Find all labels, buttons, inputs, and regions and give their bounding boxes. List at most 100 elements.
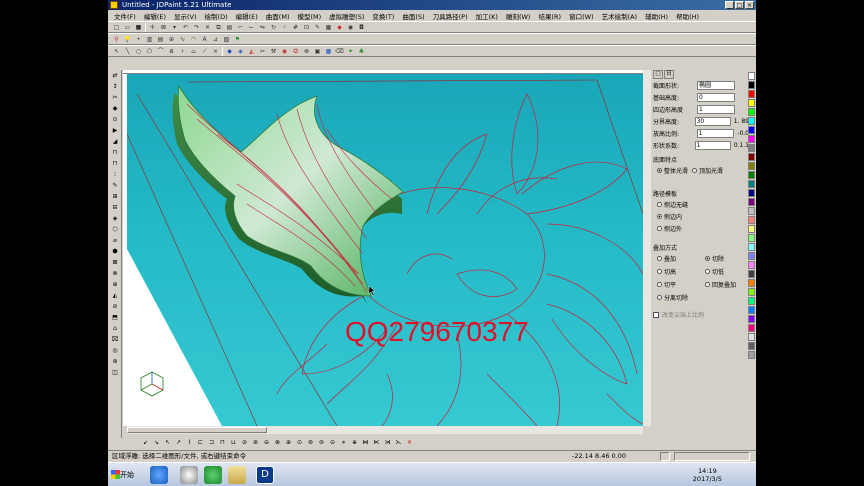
property-field[interactable]: 1: [694, 141, 731, 150]
palette-swatch[interactable]: [748, 324, 755, 332]
offset-icon[interactable]: ⧈: [167, 47, 176, 56]
menu-item[interactable]: 加工(K): [472, 11, 502, 21]
menu-item[interactable]: 虚拟雕塑(S): [325, 11, 368, 21]
palette-swatch[interactable]: [748, 144, 755, 152]
view-tool-icon[interactable]: ⊓: [218, 438, 227, 447]
folder-icon[interactable]: [228, 466, 246, 484]
radio-dot[interactable]: [657, 168, 662, 173]
text-icon[interactable]: A: [200, 35, 209, 44]
palette-swatch[interactable]: [748, 216, 755, 224]
menu-item[interactable]: 辅助(H): [641, 11, 672, 21]
radio-option[interactable]: 顶加光滑: [692, 166, 723, 175]
radio-dot[interactable]: [657, 256, 662, 261]
palette-swatch[interactable]: [748, 270, 755, 278]
view-tool-icon[interactable]: ⊛: [251, 438, 260, 447]
media-icon[interactable]: [180, 466, 198, 484]
palette-swatch[interactable]: [748, 162, 755, 170]
radio-option[interactable]: 切高: [657, 267, 701, 276]
property-field[interactable]: 1: [697, 105, 735, 114]
sculpt-icon[interactable]: ⚒: [269, 47, 278, 56]
view-tool-icon[interactable]: ⋋: [394, 438, 403, 447]
radio-option[interactable]: 切平: [657, 280, 701, 289]
tool-icon[interactable]: ◈: [109, 214, 121, 224]
radio-option[interactable]: 侧边无缝: [657, 200, 749, 209]
tool-icon[interactable]: ⊛: [109, 357, 121, 367]
start-button[interactable]: 开始: [110, 466, 136, 484]
palette-swatch[interactable]: [748, 261, 755, 269]
palette-swatch[interactable]: [748, 90, 755, 98]
property-field[interactable]: 1: [696, 129, 735, 138]
tool-icon[interactable]: ⊕: [109, 280, 121, 290]
save-icon[interactable]: ■: [134, 23, 143, 32]
break-icon[interactable]: ⨯: [211, 47, 220, 56]
push-icon[interactable]: ◉: [280, 47, 289, 56]
panel-tab-2[interactable]: 日: [664, 70, 674, 79]
radio-option[interactable]: 切除: [705, 254, 749, 263]
line-icon[interactable]: ╲: [123, 47, 132, 56]
palette-swatch[interactable]: [748, 171, 755, 179]
menu-item[interactable]: 文件(F): [110, 11, 140, 21]
checkbox[interactable]: [653, 311, 659, 318]
layer-icon[interactable]: ▦: [324, 23, 333, 32]
palette-swatch[interactable]: [748, 243, 755, 251]
copy-icon[interactable]: ⧉: [214, 23, 223, 32]
palette-swatch[interactable]: [748, 288, 755, 296]
view-tool-icon[interactable]: ⊘: [240, 438, 249, 447]
radio-dot[interactable]: [657, 269, 662, 274]
palette-swatch[interactable]: [748, 153, 755, 161]
chamfer-icon[interactable]: ⟋: [200, 47, 209, 56]
radio-dot[interactable]: [692, 168, 698, 173]
tool-icon[interactable]: ⊓: [109, 159, 121, 169]
vertical-scrollbar[interactable]: [643, 70, 651, 426]
arc-icon[interactable]: ◠: [189, 35, 198, 44]
view-tool-icon[interactable]: ⊕: [284, 438, 293, 447]
view-tool-icon[interactable]: ⊏: [196, 438, 205, 447]
radio-option[interactable]: 叠加: [657, 254, 701, 263]
horizontal-scrollbar[interactable]: [127, 426, 643, 434]
view-tool-icon[interactable]: ✕: [405, 438, 414, 447]
tool-icon[interactable]: ⊙: [109, 115, 121, 125]
palette-swatch[interactable]: [748, 72, 755, 80]
tool-icon[interactable]: ⬢: [109, 247, 121, 257]
tool-icon[interactable]: ⊠: [109, 258, 121, 268]
palette-swatch[interactable]: [748, 126, 755, 134]
view-tool-icon[interactable]: ⊗: [273, 438, 282, 447]
sweep-icon[interactable]: ◈: [236, 47, 245, 56]
options-icon[interactable]: ◉: [346, 23, 355, 32]
radio-dot[interactable]: [657, 295, 662, 300]
menu-item[interactable]: 窗口(W): [565, 11, 598, 21]
tool-icon[interactable]: ⌂: [109, 324, 121, 334]
tool-icon[interactable]: ⊗: [109, 269, 121, 279]
view-tool-icon[interactable]: ⊝: [328, 438, 337, 447]
radio-option[interactable]: 分离切除: [657, 293, 701, 302]
3d-viewport[interactable]: QQ279670377: [127, 74, 643, 426]
menu-item[interactable]: 绘制(D): [201, 11, 232, 21]
open-icon[interactable]: ▭: [123, 23, 132, 32]
tool-icon[interactable]: ⇄: [109, 71, 121, 81]
view-tool-icon[interactable]: ⊜: [317, 438, 326, 447]
radio-dot[interactable]: [705, 269, 710, 274]
point-icon[interactable]: •: [134, 35, 143, 44]
grid-icon[interactable]: #: [291, 23, 300, 32]
region-icon[interactable]: ▣: [313, 47, 322, 56]
layer-down-icon[interactable]: ▤: [156, 35, 165, 44]
surface-icon[interactable]: ◭: [247, 47, 256, 56]
palette-swatch[interactable]: [748, 252, 755, 260]
menu-item[interactable]: 刀具路径(P): [429, 11, 472, 21]
menu-item[interactable]: 模型(M): [293, 11, 325, 21]
view-tool-icon[interactable]: ⋉: [372, 438, 381, 447]
palette-swatch[interactable]: [748, 225, 755, 233]
menu-item[interactable]: 显示(V): [170, 11, 201, 21]
pin-icon[interactable]: ⚲: [112, 35, 121, 44]
palette-swatch[interactable]: [748, 108, 755, 116]
close-button[interactable]: ×: [745, 1, 754, 9]
fillet-icon[interactable]: ⌓: [189, 47, 198, 56]
view-tool-icon[interactable]: ⊙: [295, 438, 304, 447]
view-tool-icon[interactable]: ⊖: [262, 438, 271, 447]
cut-icon[interactable]: ✕: [203, 23, 212, 32]
palette-swatch[interactable]: [748, 180, 755, 188]
view-tool-icon[interactable]: ⌇: [185, 438, 194, 447]
minimize-button[interactable]: _: [725, 1, 734, 9]
relief-icon[interactable]: ◆: [225, 47, 234, 56]
jdpaint-icon[interactable]: D: [256, 466, 274, 484]
